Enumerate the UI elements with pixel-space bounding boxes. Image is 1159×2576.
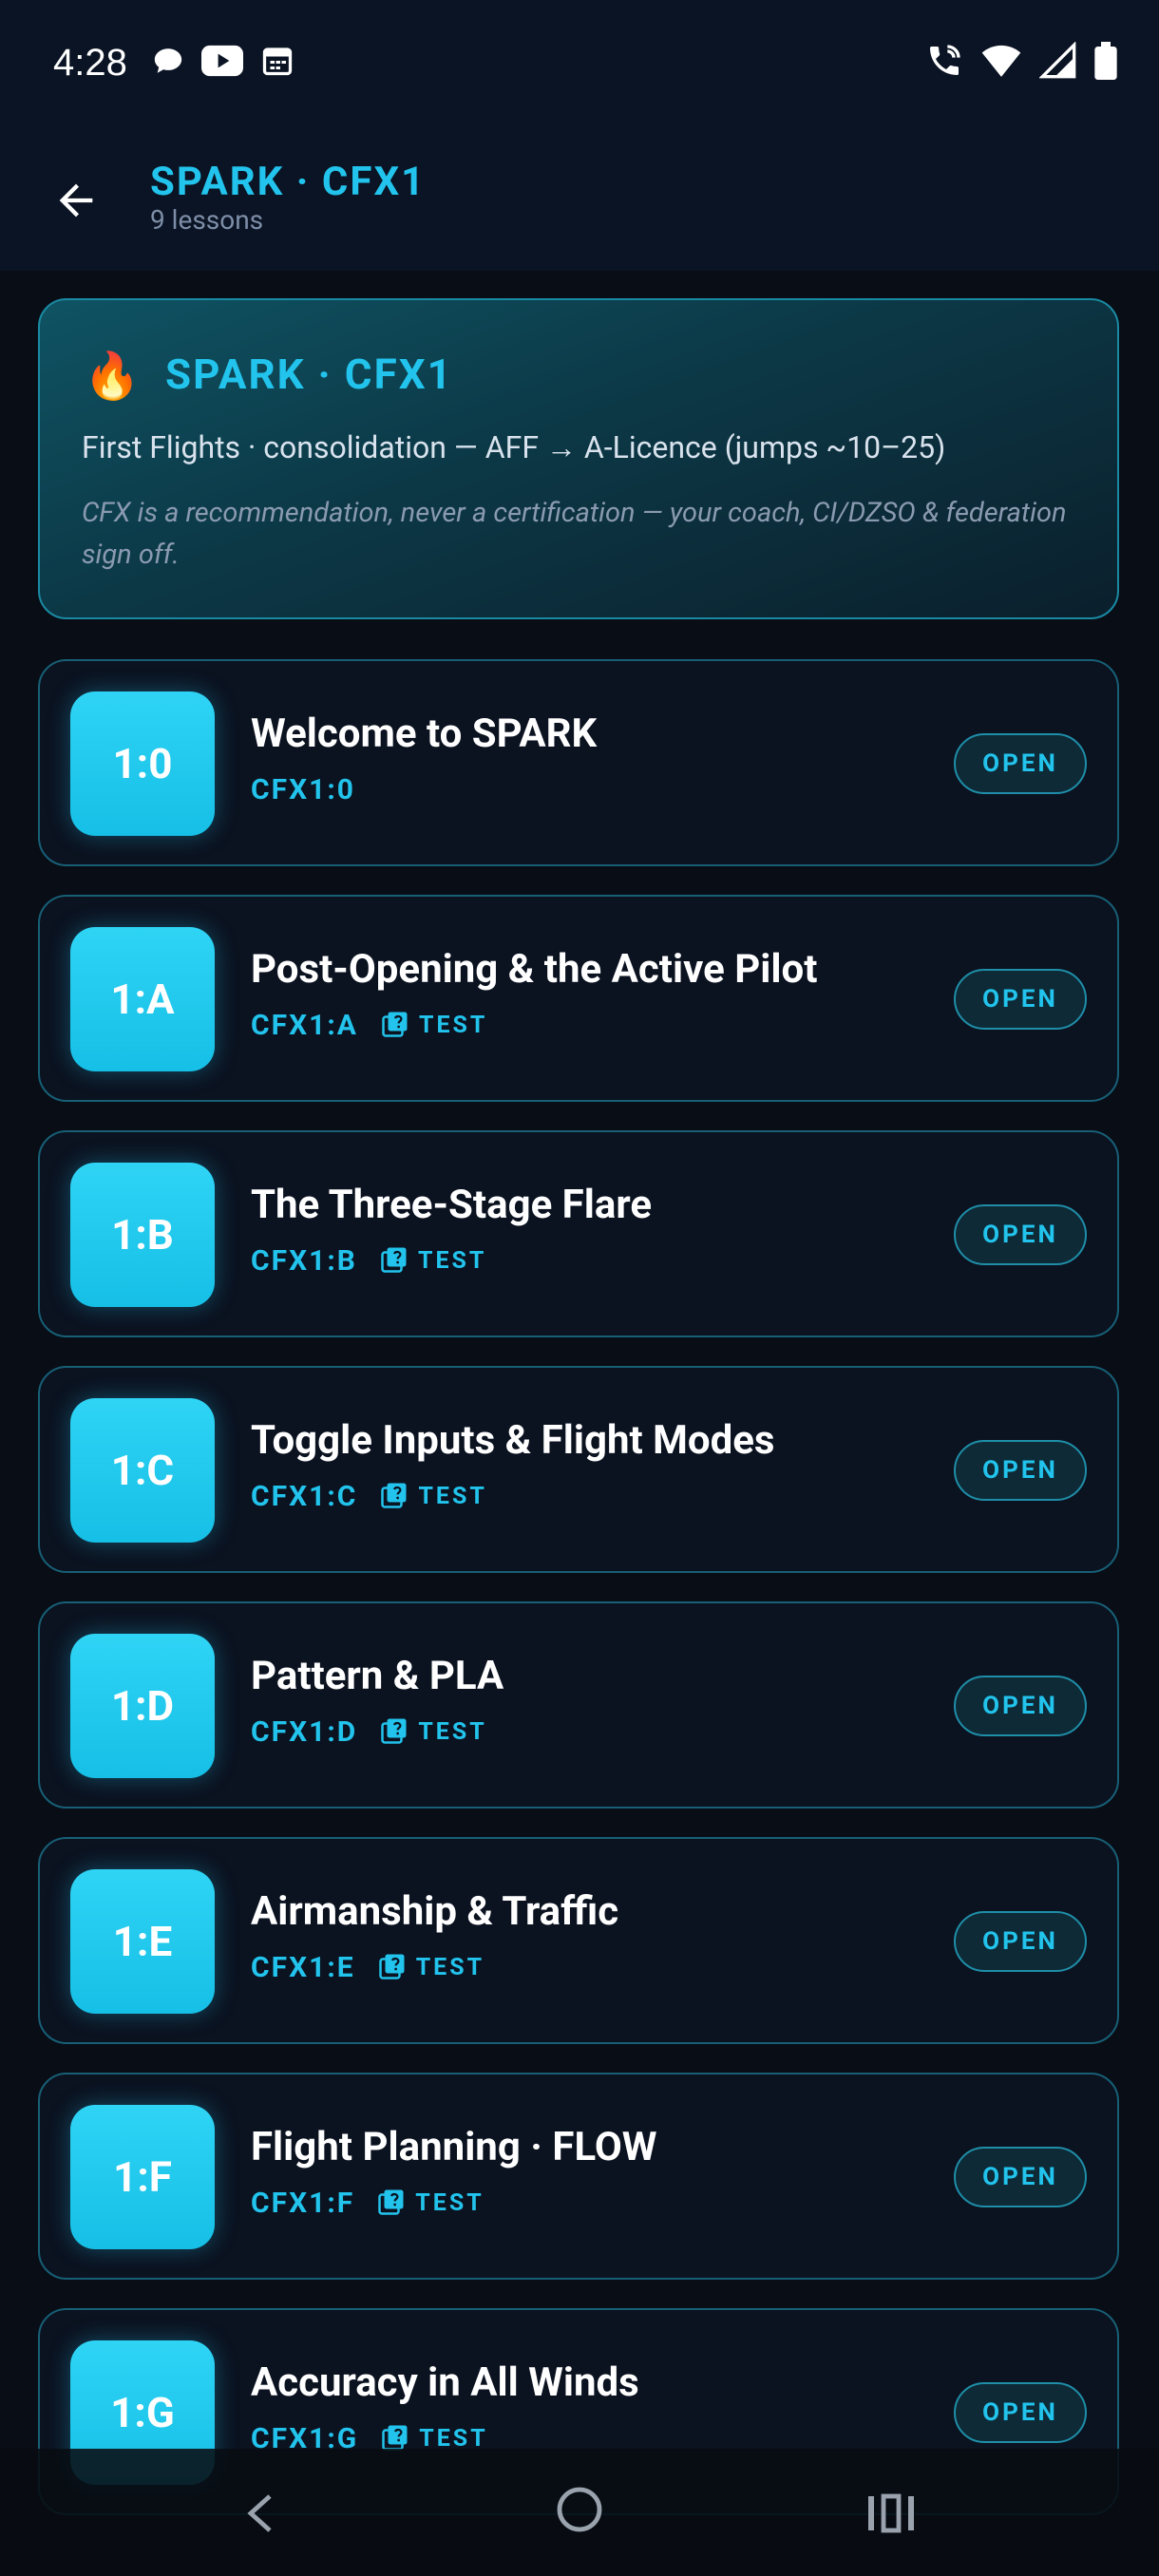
open-button[interactable]: OPEN — [954, 2147, 1087, 2207]
nav-home-icon[interactable] — [555, 2485, 604, 2538]
test-label: TEST — [415, 1954, 485, 1981]
status-bar: 4:28 — [0, 0, 1159, 128]
test-label: TEST — [415, 2189, 484, 2217]
calendar-icon — [260, 44, 294, 82]
open-button[interactable]: OPEN — [954, 969, 1087, 1030]
course-description: First Flights · consolidation — AFF → A-… — [82, 429, 946, 465]
lesson-badge: 1:0 — [70, 691, 215, 836]
lesson-meta: CFX1:C TEST — [251, 1480, 487, 1513]
lesson-badge: 1:D — [70, 1634, 215, 1778]
fire-icon: 🔥 — [84, 349, 141, 403]
test-tag: TEST — [380, 1481, 486, 1513]
lesson-card[interactable]: 1:A Post-Opening & the Active Pilot CFX1:A… — [38, 895, 1119, 1102]
status-icons-left — [152, 44, 294, 82]
quiz-icon — [378, 1952, 407, 1984]
lesson-title: Accuracy in All Winds — [251, 2359, 639, 2406]
test-tag: TEST — [378, 1952, 484, 1984]
lesson-card[interactable]: 1:E Airmanship & Traffic CFX1:E TEST OPEN — [38, 1837, 1119, 2044]
course-disclaimer: CFX is a recommendation, never a certifi… — [82, 497, 1067, 571]
test-label: TEST — [418, 1012, 488, 1039]
test-tag: TEST — [380, 1245, 486, 1278]
lesson-title: Post-Opening & the Active Pilot — [251, 946, 818, 993]
lesson-code: CFX1:A — [251, 1009, 358, 1042]
lesson-title: Pattern & PLA — [251, 1653, 504, 1699]
lesson-code: CFX1:D — [251, 1715, 358, 1749]
lesson-badge: 1:B — [70, 1163, 215, 1307]
nav-back-icon[interactable] — [243, 2492, 281, 2538]
quiz-icon — [381, 1010, 409, 1042]
lesson-meta: CFX1:0 — [251, 773, 355, 806]
quiz-icon — [377, 2188, 406, 2220]
lesson-title: Flight Planning · FLOW — [251, 2124, 657, 2170]
lesson-card[interactable]: 1:C Toggle Inputs & Flight Modes CFX1:C TES… — [38, 1366, 1119, 1573]
lesson-code: CFX1:E — [251, 1951, 355, 1984]
lesson-code: CFX1:C — [251, 1480, 358, 1513]
arrow-left-icon — [51, 176, 101, 229]
signal-icon — [1038, 41, 1077, 84]
open-button[interactable]: OPEN — [954, 1204, 1087, 1265]
lesson-card[interactable]: 1:F Flight Planning · FLOW CFX1:F TEST OPEN — [38, 2073, 1119, 2280]
open-button[interactable]: OPEN — [954, 733, 1087, 794]
lesson-meta: CFX1:B TEST — [251, 1244, 486, 1278]
lesson-code: CFX1:B — [251, 1244, 357, 1278]
lesson-badge: 1:A — [70, 927, 215, 1071]
quiz-icon — [380, 1245, 408, 1278]
back-button[interactable] — [38, 164, 114, 240]
test-label: TEST — [418, 1483, 487, 1510]
open-button[interactable]: OPEN — [954, 1676, 1087, 1736]
lesson-title: Airmanship & Traffic — [251, 1888, 619, 1935]
lesson-meta: CFX1:A TEST — [251, 1009, 487, 1042]
wifi-calling-icon — [925, 42, 963, 84]
open-button[interactable]: OPEN — [954, 1911, 1087, 1972]
lesson-badge: 1:E — [70, 1869, 215, 2014]
lesson-title: Welcome to SPARK — [251, 710, 598, 757]
test-label: TEST — [417, 1247, 487, 1275]
open-button[interactable]: OPEN — [954, 2382, 1087, 2443]
chat-bubble-icon — [152, 45, 184, 81]
page-subtitle: 9 lessons — [150, 204, 264, 236]
wifi-icon — [980, 42, 1022, 84]
lesson-card[interactable]: 1:D Pattern & PLA CFX1:D TEST OPEN — [38, 1601, 1119, 1809]
lesson-meta: CFX1:D TEST — [251, 1715, 487, 1749]
test-tag: TEST — [377, 2188, 484, 2220]
system-nav-bar — [0, 2449, 1159, 2576]
lesson-title: The Three-Stage Flare — [251, 1182, 652, 1228]
quiz-icon — [380, 1716, 408, 1749]
battery-icon — [1094, 42, 1117, 84]
youtube-icon — [201, 45, 243, 81]
lesson-card[interactable]: 1:0 Welcome to SPARK CFX1:0 OPEN — [38, 659, 1119, 866]
app-bar: SPARK · CFX1 9 lessons — [0, 128, 1159, 271]
nav-recents-icon[interactable] — [866, 2492, 916, 2538]
status-icons-right — [925, 41, 1117, 84]
test-tag: TEST — [380, 1716, 486, 1749]
lesson-code: CFX1:0 — [251, 773, 356, 806]
lesson-meta: CFX1:F TEST — [251, 2187, 484, 2220]
page-title: SPARK · CFX1 — [150, 159, 427, 205]
test-tag: TEST — [381, 1010, 487, 1042]
lesson-code: CFX1:F — [251, 2187, 355, 2220]
lesson-title: Toggle Inputs & Flight Modes — [251, 1417, 775, 1464]
test-label: TEST — [418, 1718, 487, 1746]
course-header-card: 🔥 SPARK · CFX1 First Flights · consolida… — [38, 298, 1119, 619]
status-time: 4:28 — [53, 42, 127, 84]
quiz-icon — [380, 1481, 408, 1513]
lesson-meta: CFX1:E TEST — [251, 1951, 484, 1984]
lesson-badge: 1:C — [70, 1398, 215, 1543]
lesson-badge: 1:F — [70, 2105, 215, 2249]
open-button[interactable]: OPEN — [954, 1440, 1087, 1501]
course-title: SPARK · CFX1 — [165, 350, 453, 399]
lesson-card[interactable]: 1:B The Three-Stage Flare CFX1:B TEST OPEN — [38, 1130, 1119, 1337]
